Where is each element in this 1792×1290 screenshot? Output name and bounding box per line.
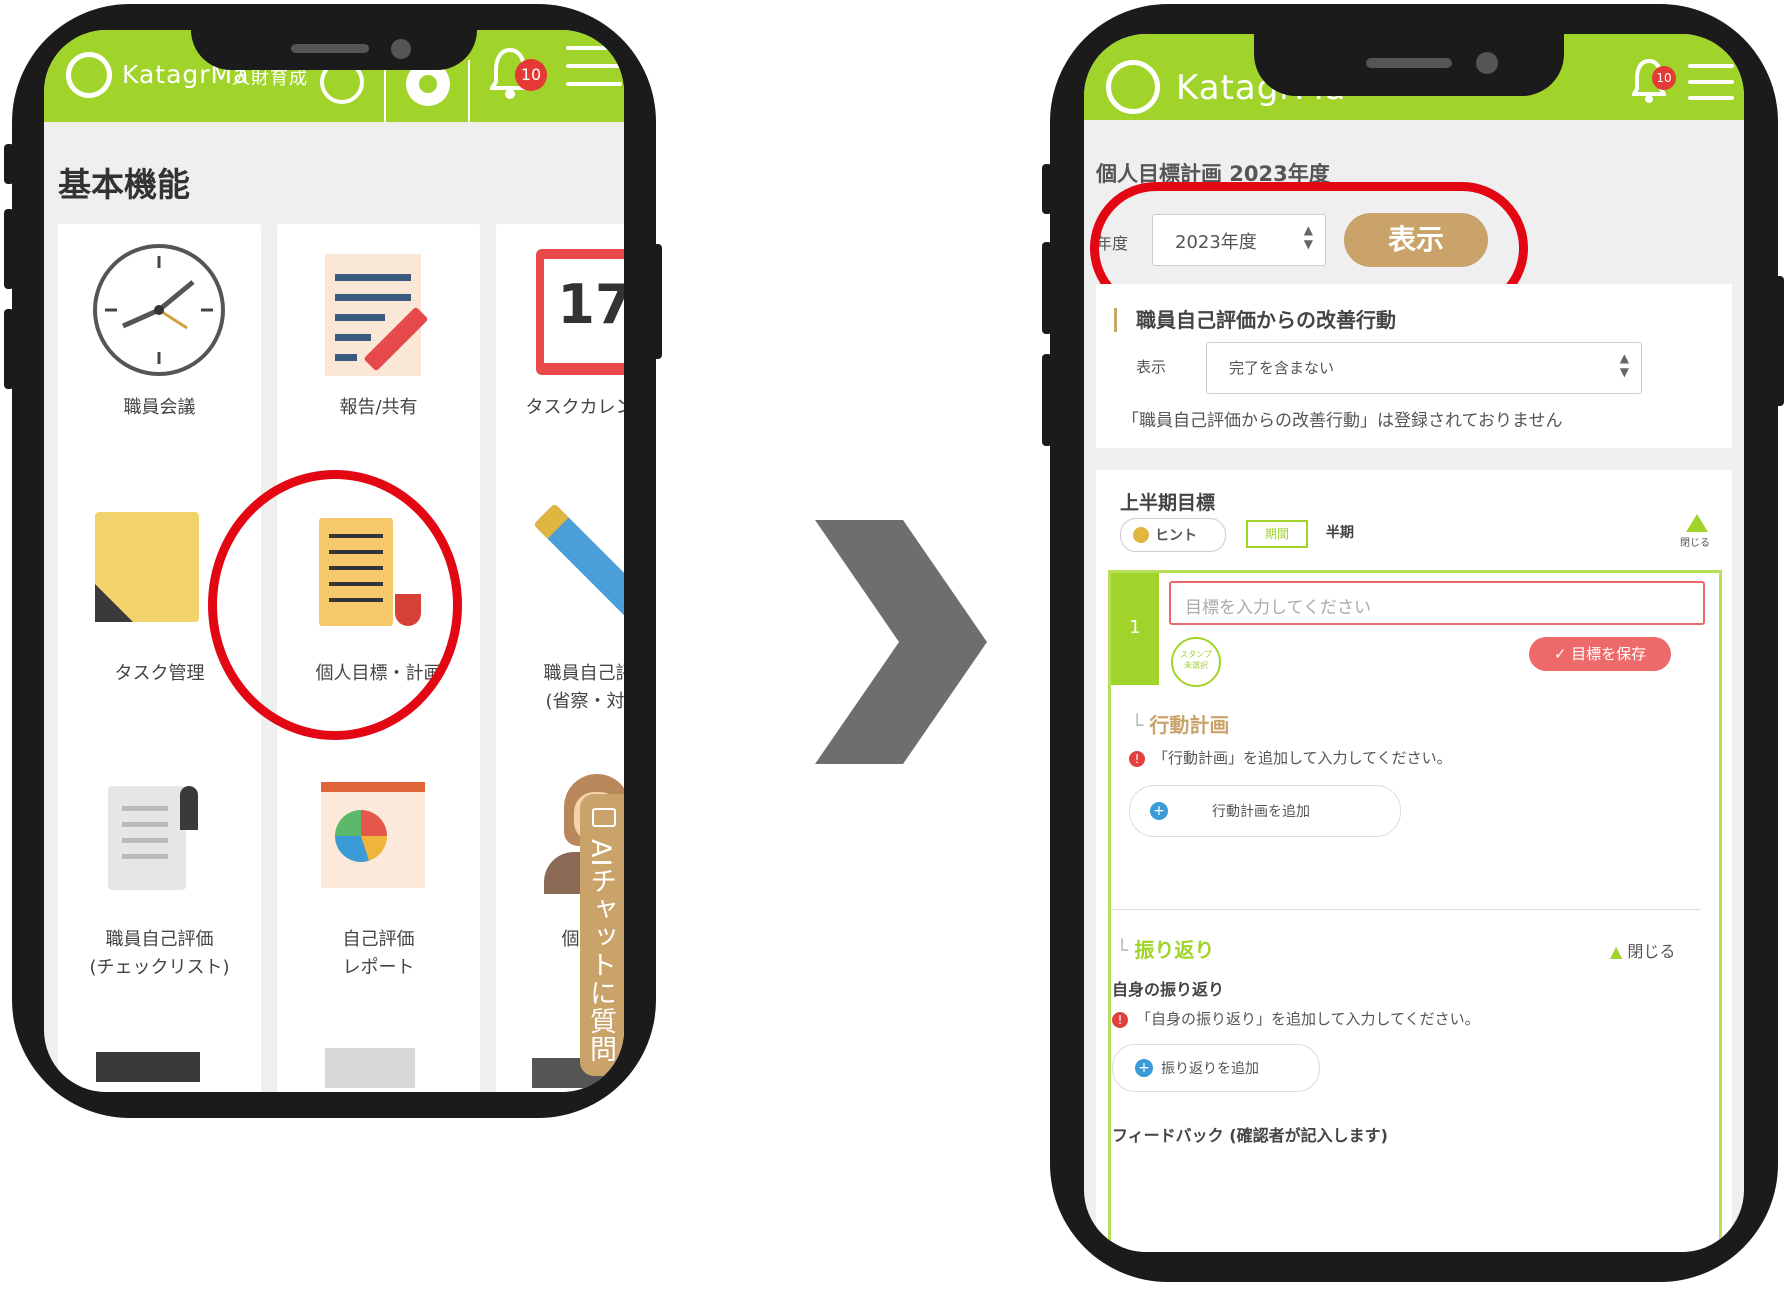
highlight-ring	[208, 470, 462, 740]
plus-circle-icon: +	[1150, 802, 1168, 820]
ai-chat-label: AIチャットに質問	[585, 839, 616, 1064]
collapse-triangle-icon[interactable]	[1686, 514, 1708, 532]
select-arrows-icon: ▲ ▼	[1619, 351, 1629, 379]
reflection-collapse[interactable]: ▲ 閉じる	[1610, 938, 1675, 962]
action-plan-title: └ 行動計画	[1131, 713, 1230, 737]
alert-icon: !	[1112, 1012, 1128, 1028]
goal-number-bar: 1	[1111, 573, 1159, 685]
period-value: 半期	[1326, 525, 1354, 541]
period-tag: 期間	[1246, 520, 1308, 548]
feedback-title: フィードバック (確認者が記入します)	[1112, 1126, 1388, 1145]
triangle-up-icon: ▲	[1610, 942, 1628, 961]
half-goal-section: 上半期目標 ヒント 期間 半期 閉じる 1 目標を入力してください スタンプ未選…	[1096, 470, 1732, 1252]
ai-chat-tab[interactable]: AIチャットに質問	[580, 794, 624, 1076]
side-button	[1774, 276, 1784, 406]
tile-label: 職員自己評価	[105, 929, 214, 950]
filter-value: 完了を含まない	[1229, 359, 1335, 377]
menu-icon[interactable]	[566, 46, 622, 100]
goal-card: 1 目標を入力してください スタンプ未選択 ✓ 目標を保存 └ 行動計画 ! 「行…	[1108, 570, 1722, 1252]
document-icon	[108, 786, 186, 890]
logo-icon	[66, 52, 112, 98]
tile-staff-meeting[interactable]: 職員会議	[58, 224, 261, 496]
tile-label: タスクカレンダー	[525, 397, 625, 418]
tile-label: 自己評価	[342, 929, 415, 950]
divider	[468, 60, 470, 122]
right-phone-screen: KatagrMa 10 個人目標計画 2023年度 年度 2023年度 ▲ ▼ 表…	[1084, 34, 1744, 1252]
filter-select[interactable]: 完了を含まない ▲ ▼	[1206, 342, 1642, 394]
clock-icon	[93, 244, 225, 376]
tile-self-evaluation-checklist[interactable]: 職員自己評価 (チェックリスト)	[58, 756, 261, 1028]
action-plan-notice: ! 「行動計画」を追加して入力してください。	[1129, 747, 1452, 768]
tile-label-sub: (省察・対話)	[545, 691, 624, 712]
side-button	[1042, 354, 1052, 446]
self-reflection-notice: ! 「自身の振り返り」を追加して入力してください。	[1112, 1008, 1480, 1029]
pie-chart-board-icon	[321, 782, 425, 888]
plus-circle-icon: +	[1135, 1059, 1153, 1077]
tile-label: 職員自己評価	[543, 663, 625, 684]
improvement-title: 職員自己評価からの改善行動	[1136, 308, 1396, 332]
stamp-selector[interactable]: スタンプ未選択	[1171, 637, 1221, 687]
section-title: 基本機能	[58, 165, 190, 204]
notification-badge: 10	[1652, 66, 1676, 90]
side-button	[4, 309, 14, 389]
menu-icon[interactable]	[1688, 64, 1734, 114]
save-goal-button[interactable]: ✓ 目標を保存	[1529, 637, 1671, 671]
goal-input[interactable]: 目標を入力してください	[1169, 581, 1705, 625]
add-action-plan-button[interactable]: + 行動計画を追加	[1129, 785, 1401, 837]
collapse-label[interactable]: 閉じる	[1680, 534, 1710, 549]
tile-label-sub: (チェックリスト)	[89, 957, 230, 978]
side-button	[1042, 242, 1052, 334]
improvement-section: 職員自己評価からの改善行動 表示 完了を含まない ▲ ▼ 「職員自己評価からの改善…	[1096, 284, 1732, 448]
tile-label-sub: レポート	[342, 957, 415, 978]
tile-self-evaluation-report[interactable]: 自己評価 レポート	[277, 756, 480, 1028]
filter-label: 表示	[1136, 358, 1167, 376]
notch	[1254, 34, 1564, 96]
goal-placeholder: 目標を入力してください	[1185, 598, 1371, 618]
notification-badge: 10	[515, 59, 547, 91]
add-reflection-button[interactable]: + 振り返りを追加	[1112, 1044, 1320, 1092]
next-arrow-icon	[815, 520, 987, 764]
side-button	[4, 209, 14, 289]
calendar-day: 17	[557, 273, 624, 336]
right-phone-frame: KatagrMa 10 個人目標計画 2023年度 年度 2023年度 ▲ ▼ 表…	[1042, 4, 1784, 1282]
tile-report-share[interactable]: 報告/共有	[277, 224, 480, 496]
reflection-title: └ 振り返り	[1116, 938, 1215, 962]
alert-icon: !	[1129, 751, 1145, 767]
tile-task-calendar[interactable]: 17 タスクカレンダー	[496, 224, 624, 496]
tile-self-evaluation-reflection[interactable]: 職員自己評価 (省察・対話)	[496, 490, 624, 762]
side-button	[4, 144, 14, 184]
chat-icon	[592, 808, 616, 827]
half-goal-title: 上半期目標	[1120, 492, 1216, 514]
calendar-icon: 17	[536, 249, 624, 375]
tile-label: 職員会議	[123, 397, 196, 418]
goal-number: 1	[1129, 617, 1141, 638]
hint-button[interactable]: ヒント	[1120, 518, 1226, 552]
section-accent	[1114, 308, 1117, 332]
logo-icon	[1106, 60, 1160, 114]
tile-label: 報告/共有	[339, 397, 418, 418]
hint-icon	[1133, 527, 1149, 543]
improvement-empty-text: 「職員自己評価からの改善行動」は登録されておりません	[1122, 411, 1563, 431]
self-reflection-title: 自身の振り返り	[1112, 980, 1225, 999]
side-button	[1042, 164, 1052, 214]
tile-partial[interactable]	[277, 1022, 480, 1092]
divider	[1111, 909, 1701, 910]
pencil-icon	[533, 503, 624, 631]
side-button	[652, 244, 662, 359]
hint-label: ヒント	[1155, 528, 1197, 544]
tile-partial[interactable]	[58, 1022, 261, 1092]
sticky-note-icon	[95, 512, 199, 622]
left-phone-screen: KatagrMa 人財育成 10 基本機能 職員会議 報告/共有 17 タスクカ…	[44, 30, 624, 1092]
left-phone-frame: KatagrMa 人財育成 10 基本機能 職員会議 報告/共有 17 タスクカ…	[4, 4, 662, 1118]
notch	[191, 30, 477, 70]
